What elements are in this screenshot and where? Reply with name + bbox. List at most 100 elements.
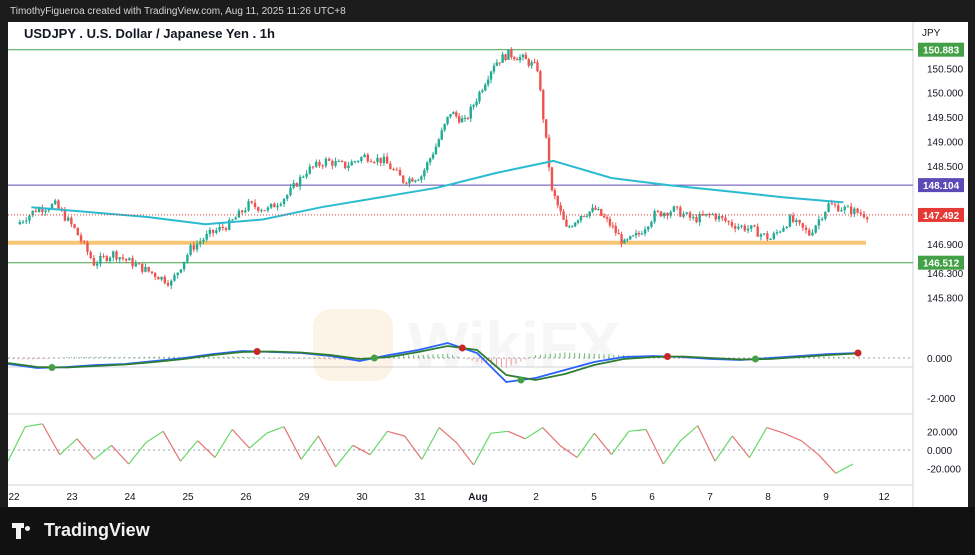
- candle-body: [446, 116, 449, 124]
- candle-body: [656, 211, 659, 213]
- candle-body: [469, 106, 472, 119]
- oscillator-segment: [576, 432, 595, 458]
- candle-body: [385, 156, 389, 164]
- candle-body: [602, 215, 606, 218]
- oscillator-segment: [455, 442, 475, 466]
- candle-body: [675, 206, 679, 208]
- candle-body: [573, 222, 577, 227]
- candle-body: [331, 160, 334, 166]
- candle-body: [240, 210, 244, 213]
- candle-body: [617, 232, 620, 235]
- candle-body: [324, 158, 328, 166]
- candle-body: [853, 208, 856, 215]
- candle-body: [28, 215, 31, 221]
- candle-body: [629, 236, 632, 240]
- candle-body: [411, 178, 414, 182]
- candle-body: [166, 282, 170, 286]
- candle-body: [279, 204, 282, 206]
- candle-body: [685, 212, 688, 214]
- candle-body: [730, 222, 734, 227]
- macd-cross-dot: [751, 355, 759, 363]
- candle-body: [195, 243, 199, 250]
- candle-body: [524, 54, 528, 60]
- candle-body: [856, 208, 859, 213]
- candle-body: [263, 210, 266, 212]
- date-tick-label: 25: [182, 492, 194, 503]
- candle-body: [692, 217, 695, 219]
- candle-body: [769, 239, 772, 241]
- candle-body: [808, 230, 811, 236]
- currency-label: JPY: [922, 28, 941, 39]
- candle-body: [495, 62, 499, 66]
- price-tag-label: 147.492: [923, 211, 960, 222]
- candle-body: [369, 161, 373, 163]
- candle-body: [234, 217, 237, 220]
- candle-body: [724, 217, 727, 221]
- candle-body: [273, 203, 276, 208]
- candle-body: [582, 215, 586, 217]
- candle-body: [247, 201, 250, 211]
- macd-cross-dot: [253, 348, 261, 355]
- candle-body: [605, 217, 609, 219]
- candle-body: [205, 233, 208, 240]
- oscillator-segment: [783, 432, 802, 442]
- candle-body: [337, 161, 340, 163]
- candle-body: [423, 170, 426, 177]
- candle-body: [21, 221, 25, 223]
- candle-body: [253, 202, 257, 208]
- candle-body: [437, 139, 441, 147]
- candle-body: [276, 205, 279, 208]
- candle-body: [510, 49, 513, 58]
- price-tick-label: 150.500: [927, 64, 964, 75]
- footer-bar: TradingView: [0, 507, 975, 555]
- oscillator-segment: [8, 426, 26, 462]
- candle-body: [568, 226, 571, 228]
- candle-body: [571, 226, 574, 228]
- oscillator-segment: [800, 440, 819, 456]
- candle-body: [475, 101, 478, 106]
- candle-body: [389, 163, 392, 170]
- candle-body: [86, 242, 89, 252]
- candle-body: [141, 263, 144, 272]
- candle-body: [131, 258, 134, 267]
- candle-body: [608, 218, 612, 226]
- candle-body: [866, 217, 869, 220]
- candle-body: [73, 224, 76, 228]
- oscillator-segment: [697, 425, 716, 462]
- candle-body: [843, 206, 846, 211]
- candle-body: [501, 54, 504, 63]
- candle-body: [515, 59, 519, 61]
- candle-body: [481, 90, 484, 92]
- candle-body: [576, 220, 580, 223]
- candle-body: [108, 257, 112, 261]
- macd-tick-label: -2.000: [927, 394, 956, 405]
- price-tag-label: 150.883: [923, 46, 960, 57]
- candle-body: [507, 49, 510, 60]
- candle-body: [199, 241, 202, 244]
- candle-body: [449, 114, 452, 117]
- candle-body: [311, 166, 315, 168]
- candle-body: [150, 271, 154, 274]
- candle-body: [382, 156, 386, 164]
- candle-body: [611, 225, 615, 227]
- candle-body: [484, 84, 487, 91]
- tradingview-logo[interactable]: TradingView: [12, 520, 150, 541]
- candle-body: [830, 203, 833, 205]
- candle-body: [795, 220, 798, 223]
- candle-body: [837, 205, 840, 212]
- candle-body: [849, 206, 853, 215]
- oscillator-segment: [387, 430, 405, 437]
- candle-body: [820, 218, 824, 220]
- candle-body: [153, 273, 157, 278]
- candle-body: [417, 179, 420, 181]
- candle-body: [536, 62, 539, 72]
- candle-body: [428, 158, 432, 163]
- oscillator-segment: [266, 426, 285, 434]
- chart-canvas[interactable]: WikiFX150.500150.000149.500149.000148.50…: [8, 22, 968, 507]
- candle-body: [282, 198, 286, 205]
- candle-body: [579, 215, 583, 221]
- candle-body: [360, 157, 363, 161]
- candle-body: [859, 212, 862, 214]
- date-tick-label: 2: [533, 492, 539, 503]
- candle-body: [182, 261, 186, 270]
